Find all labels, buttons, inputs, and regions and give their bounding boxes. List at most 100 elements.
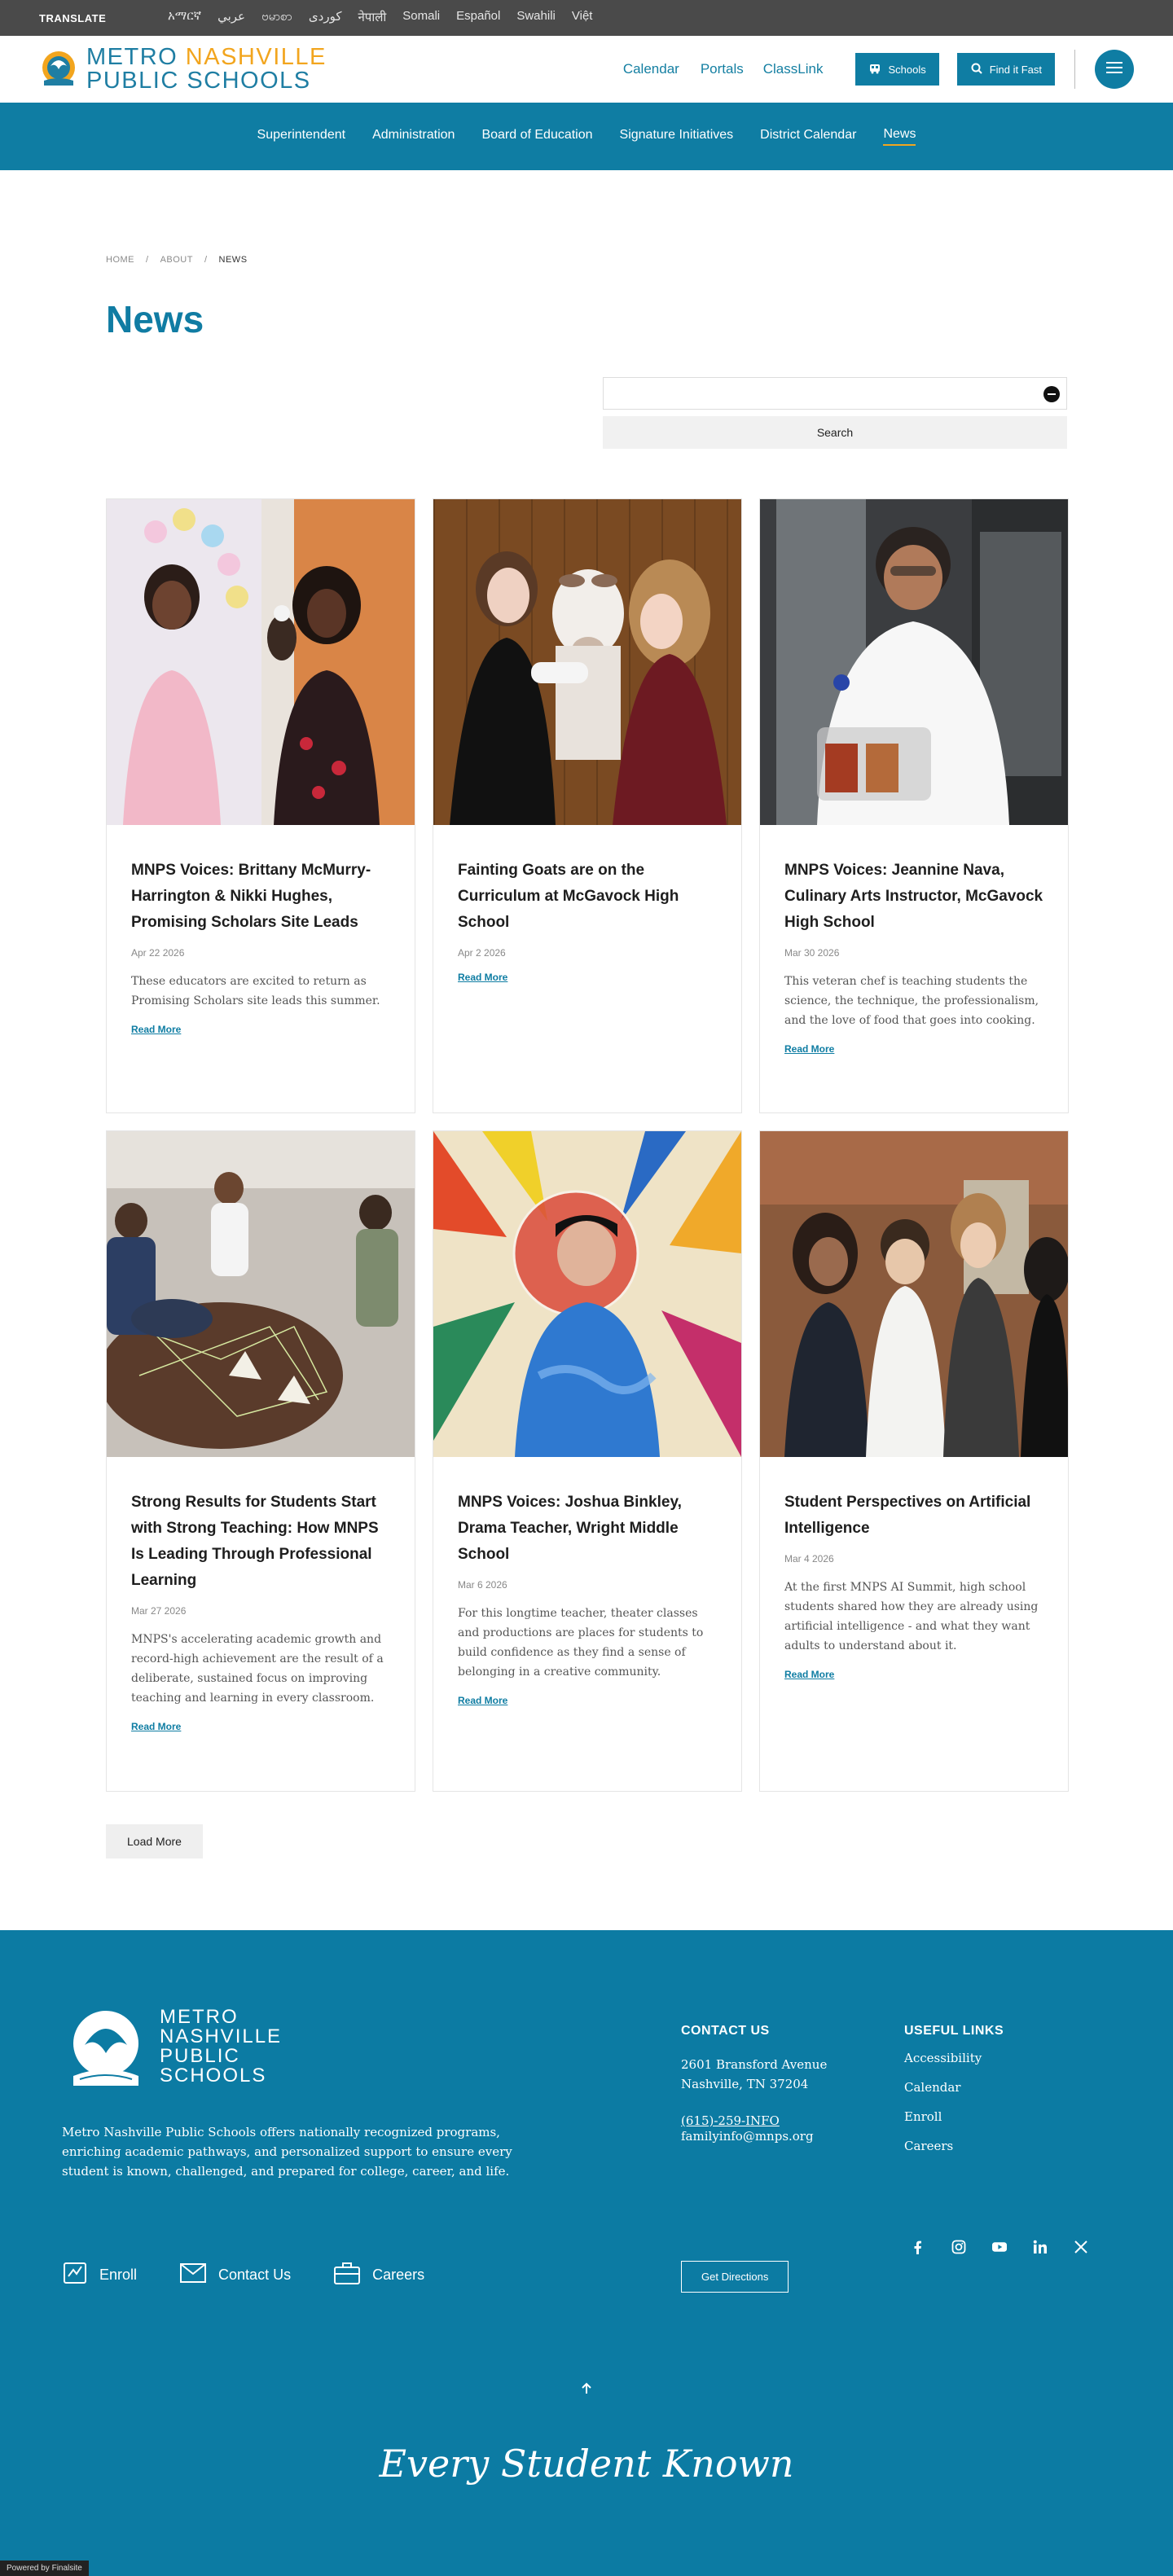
language-somali[interactable]: Somali (402, 9, 440, 27)
card-title[interactable]: MNPS Voices: Jeannine Nava, Culinary Art… (784, 858, 1043, 936)
calendar-link[interactable]: Calendar (623, 61, 679, 77)
schools-button[interactable]: Schools (855, 53, 939, 86)
nav-news[interactable]: News (883, 127, 916, 146)
classlink-link[interactable]: ClassLink (763, 61, 824, 77)
logo-text: METRO NASHVILLE PUBLIC SCHOOLS (86, 46, 327, 93)
search-area: Search (603, 377, 1067, 449)
nav-superintendent[interactable]: Superintendent (257, 128, 346, 145)
card-title[interactable]: MNPS Voices: Joshua Binkley, Drama Teach… (458, 1490, 717, 1568)
card-image[interactable] (107, 499, 415, 825)
footer-logo-line: PUBLIC (160, 2045, 240, 2067)
contact-us-action[interactable]: Contact Us (179, 2260, 291, 2290)
news-card[interactable]: Strong Results for Students Start with S… (106, 1130, 415, 1792)
read-more-link[interactable]: Read More (458, 1695, 507, 1706)
nav-administration[interactable]: Administration (372, 128, 455, 145)
card-description: These educators are excited to return as… (131, 975, 380, 1007)
main-nav: Superintendent Administration Board of E… (0, 103, 1173, 170)
news-card[interactable]: MNPS Voices: Joshua Binkley, Drama Teach… (433, 1130, 742, 1792)
site-logo[interactable]: METRO NASHVILLE PUBLIC SCHOOLS (39, 46, 327, 93)
footer-logo[interactable]: METRO NASHVILLE PUBLIC SCHOOLS (65, 2008, 282, 2093)
schools-button-label: Schools (888, 63, 926, 76)
footer-logo-line: NASHVILLE (160, 2025, 283, 2047)
language-kurdish[interactable]: كوردى (309, 9, 342, 27)
envelope-icon (179, 2262, 207, 2289)
translate-bar: TRANSLATE አማርኛ عربي ဗမာစာ كوردى नेपाली S… (0, 0, 1173, 36)
facebook-icon[interactable] (911, 2240, 925, 2254)
read-more-link[interactable]: Read More (458, 972, 507, 983)
youtube-icon[interactable] (992, 2240, 1007, 2254)
language-arabic[interactable]: عربي (217, 9, 245, 27)
card-body: MNPS Voices: Jeannine Nava, Culinary Art… (760, 825, 1068, 1081)
address-line: 2601 Bransford Avenue (681, 2057, 828, 2072)
language-amharic[interactable]: አማርኛ (168, 9, 201, 27)
read-more-link[interactable]: Read More (131, 1024, 181, 1035)
nav-signature-initiatives[interactable]: Signature Initiatives (620, 128, 734, 145)
card-description: This veteran chef is teaching students t… (784, 975, 1039, 1027)
social-links (911, 2240, 1088, 2254)
read-more-link[interactable]: Read More (131, 1721, 181, 1732)
bus-icon (868, 62, 881, 77)
get-directions-button[interactable]: Get Directions (681, 2261, 789, 2293)
language-spanish[interactable]: Español (456, 9, 500, 27)
card-body: Fainting Goats are on the Curriculum at … (433, 825, 741, 1009)
powered-by-badge[interactable]: Powered by Finalsite (0, 2561, 89, 2576)
breadcrumb-home[interactable]: HOME (106, 255, 134, 265)
card-body: Student Perspectives on Artificial Intel… (760, 1457, 1068, 1706)
news-card[interactable]: MNPS Voices: Jeannine Nava, Culinary Art… (759, 498, 1069, 1113)
card-date: Mar 27 2026 (131, 1605, 187, 1617)
card-body: Strong Results for Students Start with S… (107, 1457, 415, 1758)
back-to-top-icon[interactable] (580, 2382, 593, 2399)
menu-button[interactable] (1095, 50, 1134, 89)
card-image[interactable] (760, 499, 1068, 825)
card-title[interactable]: MNPS Voices: Brittany McMurry-Harrington… (131, 858, 390, 936)
footer-useful-links: USEFUL LINKS Accessibility Calendar Enro… (904, 2024, 1004, 2161)
language-nepali[interactable]: नेपाली (358, 9, 386, 27)
news-card[interactable]: Fainting Goats are on the Curriculum at … (433, 498, 742, 1113)
footer-link-accessibility[interactable]: Accessibility (904, 2043, 1004, 2073)
card-date: Apr 22 2026 (131, 947, 185, 959)
footer-tagline: Every Student Known (379, 2442, 794, 2486)
card-description: At the first MNPS AI Summit, high school… (784, 1581, 1039, 1652)
breadcrumb-about[interactable]: ABOUT (160, 255, 193, 265)
search-icon (970, 62, 983, 77)
enroll-action[interactable]: Enroll (62, 2260, 137, 2290)
linkedin-icon[interactable] (1033, 2240, 1048, 2254)
card-title[interactable]: Fainting Goats are on the Curriculum at … (458, 858, 717, 936)
footer-about: Metro Nashville Public Schools offers na… (62, 2125, 512, 2179)
card-body: MNPS Voices: Brittany McMurry-Harrington… (107, 825, 415, 1061)
news-card[interactable]: MNPS Voices: Brittany McMurry-Harrington… (106, 498, 415, 1113)
careers-label: Careers (372, 2267, 425, 2283)
card-title[interactable]: Strong Results for Students Start with S… (131, 1490, 390, 1594)
language-burmese[interactable]: ဗမာစာ (261, 9, 292, 27)
read-more-link[interactable]: Read More (784, 1043, 834, 1055)
search-button[interactable]: Search (603, 416, 1067, 449)
x-twitter-icon[interactable] (1074, 2240, 1088, 2254)
card-title[interactable]: Student Perspectives on Artificial Intel… (784, 1490, 1043, 1542)
portals-link[interactable]: Portals (701, 61, 744, 77)
logo-nashville: NASHVILLE (185, 44, 327, 70)
card-image[interactable] (107, 1131, 415, 1457)
footer-link-calendar[interactable]: Calendar (904, 2073, 1004, 2102)
translate-label: TRANSLATE (39, 11, 107, 24)
main-content: HOME / ABOUT / NEWS News Search MNPS Voi… (0, 170, 1173, 1858)
find-it-fast-button[interactable]: Find it Fast (956, 53, 1055, 86)
card-image[interactable] (433, 1131, 741, 1457)
language-vietnamese[interactable]: Việt (572, 9, 593, 27)
clear-icon[interactable] (1043, 386, 1060, 402)
card-image[interactable] (760, 1131, 1068, 1457)
news-card[interactable]: Student Perspectives on Artificial Intel… (759, 1130, 1069, 1792)
phone-link[interactable]: (615)-259-INFO (681, 2113, 827, 2128)
nav-district-calendar[interactable]: District Calendar (760, 128, 856, 145)
card-body: MNPS Voices: Joshua Binkley, Drama Teach… (433, 1457, 741, 1732)
load-more-button[interactable]: Load More (106, 1824, 203, 1858)
footer-link-careers[interactable]: Careers (904, 2131, 1004, 2161)
careers-action[interactable]: Careers (333, 2260, 424, 2290)
language-swahili[interactable]: Swahili (516, 9, 556, 27)
email-link[interactable]: familyinfo@mnps.org (681, 2129, 814, 2144)
search-input[interactable] (603, 377, 1067, 410)
footer-link-enroll[interactable]: Enroll (904, 2102, 1004, 2131)
card-image[interactable] (433, 499, 741, 825)
read-more-link[interactable]: Read More (784, 1669, 834, 1680)
instagram-icon[interactable] (951, 2240, 966, 2254)
nav-board-of-education[interactable]: Board of Education (481, 128, 592, 145)
